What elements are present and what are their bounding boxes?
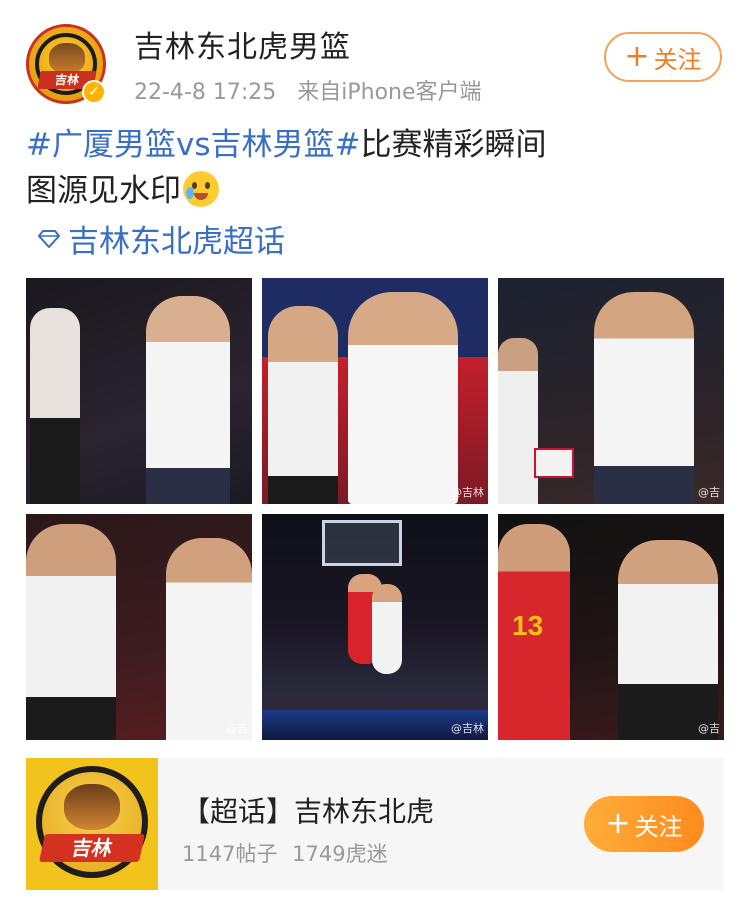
- photo-4[interactable]: @吉: [26, 514, 252, 740]
- photo-6[interactable]: 13 @吉: [498, 514, 724, 740]
- post-line-1: #广厦男篮vs吉林男篮#比赛精彩瞬间: [26, 122, 726, 168]
- post-meta: 22-4-8 17:25 来自iPhone客户端: [134, 74, 496, 106]
- post-line-2: 图源见水印: [26, 168, 726, 214]
- supertopic-stats: 1147帖子 1749虎迷: [182, 838, 396, 868]
- coach-figure: [594, 292, 694, 504]
- photo-watermark: @吉: [226, 722, 248, 735]
- backboard: [322, 520, 402, 566]
- supertopic-card[interactable]: 吉林 【超话】吉林东北虎 1147帖子 1749虎迷 + 关注: [26, 758, 724, 890]
- player-white: [372, 584, 402, 674]
- tiger-head-icon: [49, 43, 85, 73]
- referee-figure: [618, 540, 718, 740]
- fan-count: 1749虎迷: [292, 842, 388, 866]
- photo-3[interactable]: @吉: [498, 278, 724, 504]
- diamond-icon: [38, 229, 60, 248]
- post-timestamp: 22-4-8 17:25: [134, 80, 277, 105]
- referee-figure: [26, 524, 116, 740]
- crying-emoji-icon: [183, 171, 219, 207]
- supertopic-follow-button[interactable]: + 关注: [584, 796, 704, 852]
- coach-figure: [166, 538, 252, 740]
- coach-figure: [146, 296, 230, 504]
- assistant-figure: [498, 338, 538, 504]
- photo-5[interactable]: @吉林: [262, 514, 488, 740]
- follow-label: 关注: [653, 45, 702, 74]
- photo-2[interactable]: @吉林: [262, 278, 488, 504]
- post-body: #广厦男篮vs吉林男篮#比赛精彩瞬间 图源见水印: [26, 122, 726, 214]
- photo-1[interactable]: [26, 278, 252, 504]
- jersey-number: 13: [512, 610, 544, 641]
- post-header: 吉林 ✓ 吉林东北虎男篮 22-4-8 17:25 来自iPhone客户端 + …: [0, 0, 750, 120]
- photo-watermark: @吉: [698, 486, 720, 499]
- photo-watermark: @吉林: [451, 486, 484, 499]
- post-text-rest: 比赛精彩瞬间: [360, 127, 547, 163]
- referee-figure: [30, 308, 80, 504]
- supertopic-title: 【超话】吉林东北虎: [182, 795, 435, 828]
- supertopic-label: 吉林东北虎超话: [68, 224, 285, 260]
- verified-badge-icon: ✓: [82, 80, 106, 104]
- follow-button[interactable]: + 关注: [604, 32, 722, 82]
- plus-icon: +: [624, 39, 650, 74]
- user-name[interactable]: 吉林东北虎男篮: [134, 22, 351, 66]
- post-count: 1147帖子: [182, 842, 278, 866]
- supertopic-logo: 吉林: [26, 758, 158, 890]
- logo-banner-text: 吉林: [39, 834, 145, 862]
- coach-figure: [348, 292, 458, 504]
- photo-watermark: @吉: [698, 722, 720, 735]
- topic-link[interactable]: #广厦男篮vs吉林男篮#: [26, 127, 360, 163]
- post-source: 来自iPhone客户端: [297, 80, 482, 105]
- tiger-head-icon: [64, 784, 120, 830]
- photo-watermark: @吉林: [451, 722, 484, 735]
- referee-figure: [268, 306, 338, 504]
- clipboard: [534, 448, 574, 478]
- follow-label: 关注: [634, 812, 683, 841]
- post-text-line2: 图源见水印: [26, 173, 181, 209]
- plus-icon: +: [605, 806, 631, 841]
- supertopic-link[interactable]: 吉林东北虎超话: [38, 216, 285, 261]
